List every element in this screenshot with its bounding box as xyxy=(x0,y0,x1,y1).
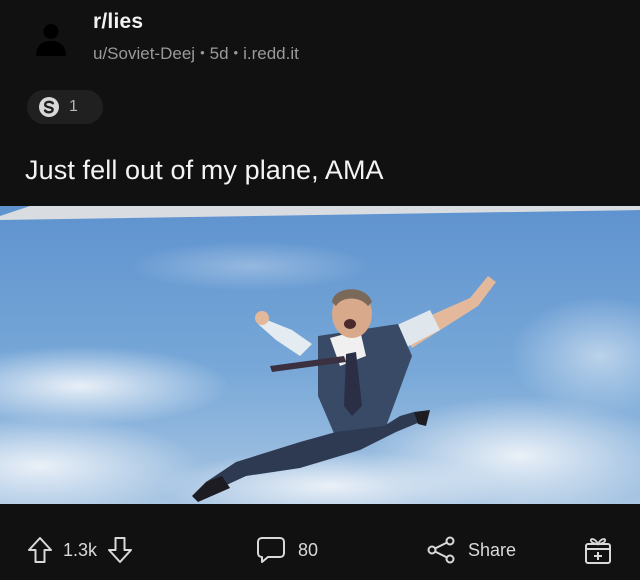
award-count: 1 xyxy=(69,98,78,115)
vote-group: 1.3k xyxy=(27,536,133,564)
gift-icon xyxy=(585,538,611,564)
arrow-up-icon[interactable] xyxy=(27,536,53,564)
silver-award-icon xyxy=(39,97,59,117)
post-domain[interactable]: i.redd.it xyxy=(243,44,299,63)
share-button[interactable]: Share xyxy=(426,536,516,564)
post-card: r/lies u/Soviet-Deej • 5d • i.redd.it 1 Just… xyxy=(0,0,640,580)
post-meta: u/Soviet-Deej • 5d • i.redd.it xyxy=(93,44,299,64)
comment-count: 80 xyxy=(298,539,319,560)
separator-dot: • xyxy=(200,45,205,60)
awards-pill[interactable]: 1 xyxy=(27,90,103,124)
share-label: Share xyxy=(468,539,517,560)
post-header: r/lies u/Soviet-Deej • 5d • i.redd.it xyxy=(0,0,640,80)
share-icon xyxy=(427,536,455,564)
action-bar: 1.3k 80 Share xyxy=(0,508,640,580)
score-count: 1.3k xyxy=(63,539,98,560)
comment-bubble-icon xyxy=(257,537,285,563)
user-icon[interactable] xyxy=(34,22,68,56)
separator-dot: • xyxy=(233,45,239,60)
subreddit-name[interactable]: r/lies xyxy=(93,10,143,34)
post-title[interactable]: Just fell out of my plane, AMA xyxy=(25,155,384,186)
post-age: 5d xyxy=(209,44,229,63)
flying-man-image xyxy=(0,206,640,504)
arrow-down-icon[interactable] xyxy=(107,536,133,564)
comments-button[interactable]: 80 xyxy=(256,536,318,564)
post-image[interactable] xyxy=(0,206,640,504)
author-link[interactable]: u/Soviet-Deej xyxy=(93,44,195,63)
award-button[interactable] xyxy=(583,534,613,566)
